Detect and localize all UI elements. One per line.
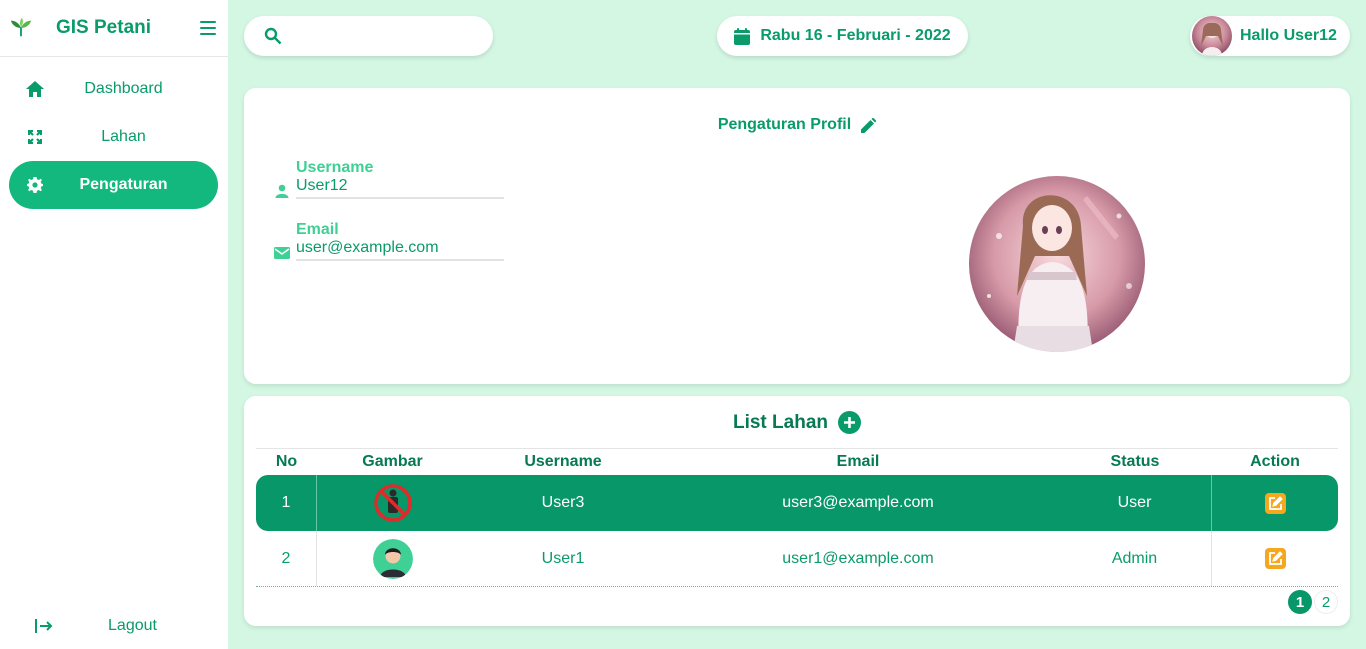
profile-title-text: Pengaturan Profil (717, 116, 852, 133)
add-plus-icon[interactable] (838, 411, 861, 434)
column-header-no: No (275, 453, 298, 470)
brand: GIS Petani (0, 0, 228, 57)
edit-icon[interactable] (1264, 548, 1286, 569)
sidebar-item-pengaturan[interactable]: Pengaturan (9, 161, 218, 209)
username-label: Username (296, 159, 374, 176)
email-label: Email (296, 221, 339, 238)
leaf-logo-icon (10, 17, 32, 39)
email-value: user@example.com (296, 239, 504, 261)
search-input[interactable] (292, 27, 472, 45)
sidebar-item-dashboard[interactable]: Dashboard (9, 65, 218, 113)
search-icon (264, 27, 282, 45)
column-header-username: Username (524, 453, 602, 470)
row-email: user3@example.com (782, 494, 934, 511)
page-button-1[interactable]: 1 (1288, 590, 1312, 614)
user-greeting: Hallo User12 (1240, 27, 1337, 44)
column-header-action: Action (1250, 453, 1300, 470)
row-image (317, 531, 468, 586)
edit-icon[interactable] (1264, 492, 1286, 514)
row-username: User1 (541, 549, 585, 567)
profile-avatar-image (969, 176, 1145, 352)
gear-icon (26, 176, 44, 194)
row-action (1212, 531, 1338, 586)
sidebar-nav: Dashboard Lahan Pengaturan (0, 65, 228, 209)
column-header-status: Status (1110, 453, 1160, 470)
table-row[interactable]: 1 User3 user3@example.com User (256, 475, 1338, 531)
list-lahan-title: List Lahan (244, 411, 1350, 434)
row-email: user1@example.com (782, 549, 934, 567)
home-icon (26, 80, 44, 98)
sidebar-item-lahan[interactable]: Lahan (9, 113, 218, 161)
lahan-table: No Gambar Username Email Status Action 1 (256, 448, 1338, 587)
table-header: No Gambar Username Email Status Action (256, 448, 1338, 475)
user-menu[interactable]: Hallo User12 (1190, 16, 1350, 56)
email-field: Email user@example.com (272, 221, 504, 261)
user-avatar (1192, 16, 1232, 56)
row-number: 2 (256, 531, 317, 586)
column-header-email: Email (836, 453, 880, 470)
calendar-icon (734, 27, 751, 45)
row-image (317, 475, 468, 531)
page-button-2[interactable]: 2 (1314, 590, 1338, 614)
app-title: GIS Petani (56, 17, 152, 38)
no-person-icon (372, 483, 413, 523)
pagination: 1 2 (1288, 590, 1338, 614)
current-date: Rabu 16 - Februari - 2022 (760, 27, 951, 44)
username-field: Username User12 (272, 159, 504, 199)
row-action (1212, 475, 1338, 531)
search-bar[interactable] (244, 16, 493, 56)
logout-button[interactable]: Lagout (18, 602, 227, 649)
list-lahan-title-text: List Lahan (732, 411, 828, 433)
table-row[interactable]: 2 User1 user1@example.com Admin (256, 531, 1338, 587)
row-number: 1 (256, 475, 317, 531)
logout-icon (35, 617, 53, 635)
username-value: User12 (296, 177, 504, 199)
profile-title: Pengaturan Profil (244, 116, 1350, 134)
mail-icon (274, 245, 290, 261)
row-username: User3 (541, 494, 585, 511)
column-header-gambar: Gambar (362, 453, 423, 470)
person-icon (274, 183, 290, 199)
row-status: User (1058, 475, 1212, 531)
sidebar: GIS Petani Dashboard Lahan Pengaturan La… (0, 0, 228, 649)
date-display: Rabu 16 - Februari - 2022 (717, 16, 968, 56)
profile-card: Pengaturan Profil Username User12 Email … (244, 88, 1350, 384)
expand-icon (26, 128, 44, 146)
edit-pencil-icon[interactable] (861, 117, 877, 133)
menu-toggle-icon[interactable] (200, 21, 216, 35)
list-lahan-card: List Lahan No Gambar Username Email Stat… (244, 396, 1350, 626)
row-status: Admin (1058, 531, 1212, 586)
person-avatar-icon (372, 538, 413, 579)
